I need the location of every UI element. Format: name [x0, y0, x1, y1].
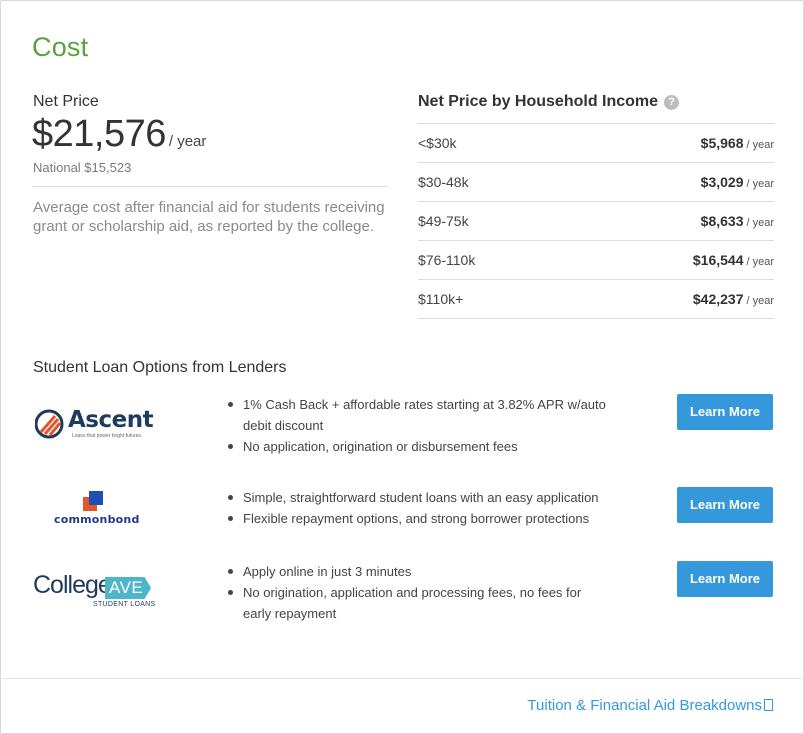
help-icon[interactable]: ? — [664, 95, 680, 110]
list-item: Simple, straightforward student loans wi… — [226, 487, 626, 508]
ave-badge: AVE — [105, 577, 151, 599]
household-income-title: Net Price by Household Income? — [418, 93, 680, 111]
commonbond-mark-icon — [83, 491, 103, 511]
net-price-value: $21,576 — [32, 113, 166, 155]
income-row: $110k+ $42,237/ year — [418, 280, 774, 319]
ascent-tagline: Loans that power bright futures. — [72, 433, 143, 439]
commonbond-logo: commonbond — [53, 491, 143, 529]
income-bracket: $30-48k — [418, 174, 469, 190]
ascent-mark-icon — [35, 409, 64, 439]
income-amount: $8,633 — [700, 213, 744, 229]
section-title: Cost — [32, 32, 89, 62]
income-price: $42,237/ year — [693, 291, 774, 307]
college-ave-logo: College AVE STUDENT LOANS — [33, 571, 163, 615]
ascent-logo: Ascent Loans that power bright futures. — [34, 405, 164, 445]
income-amount: $16,544 — [692, 252, 744, 268]
per-year-label: / year — [746, 217, 774, 229]
learn-more-button[interactable]: Learn More — [677, 394, 773, 430]
learn-more-button[interactable]: Learn More — [677, 561, 773, 597]
ascent-wordmark: Ascent — [68, 407, 154, 433]
net-price-value-row: $21,576/ year — [32, 113, 206, 156]
tuition-breakdown-link-text[interactable]: Tuition & Financial Aid Breakdowns — [527, 697, 762, 714]
college-ave-wordmark: College — [33, 571, 112, 599]
list-item: Flexible repayment options, and strong b… — [226, 508, 626, 529]
household-income-table: <$30k $5,968/ year $30-48k $3,029/ year … — [418, 123, 774, 319]
income-bracket: $76-110k — [418, 252, 476, 268]
commonbond-wordmark: commonbond — [54, 513, 140, 526]
college-ave-features: Apply online in just 3 minutes No origin… — [226, 561, 606, 624]
income-row: $30-48k $3,029/ year — [418, 163, 774, 202]
ascent-features: 1% Cash Back + affordable rates starting… — [226, 394, 611, 457]
income-amount: $3,029 — [700, 174, 744, 190]
list-item: No origination, application and processi… — [226, 582, 606, 624]
income-price: $16,544/ year — [693, 252, 774, 268]
loans-title: Student Loan Options from Lenders — [33, 359, 287, 376]
income-price: $8,633/ year — [701, 213, 774, 229]
income-row: <$30k $5,968/ year — [418, 124, 774, 163]
net-price-description: Average cost after financial aid for stu… — [33, 199, 385, 235]
footer-divider — [2, 678, 804, 679]
income-bracket: $110k+ — [418, 291, 464, 307]
household-income-title-text: Net Price by Household Income — [418, 93, 659, 110]
cost-card: Cost Net Price $21,576/ year National $1… — [0, 0, 804, 734]
college-ave-subtitle: STUDENT LOANS — [93, 601, 156, 608]
income-bracket: $49-75k — [418, 213, 469, 229]
income-price: $3,029/ year — [701, 174, 774, 190]
net-price-label: Net Price — [33, 93, 99, 110]
net-price-unit: / year — [168, 133, 207, 150]
learn-more-button[interactable]: Learn More — [677, 487, 773, 523]
list-item: 1% Cash Back + affordable rates starting… — [226, 394, 611, 436]
income-price: $5,968/ year — [701, 135, 774, 151]
per-year-label: / year — [746, 295, 774, 307]
list-item: Apply online in just 3 minutes — [226, 561, 606, 582]
income-amount: $42,237 — [692, 291, 744, 307]
per-year-label: / year — [746, 178, 774, 190]
tuition-breakdown-link[interactable]: Tuition & Financial Aid Breakdowns — [527, 697, 773, 714]
divider — [32, 186, 388, 187]
income-bracket: <$30k — [418, 135, 457, 151]
per-year-label: / year — [746, 139, 774, 151]
external-link-icon — [764, 699, 773, 711]
commonbond-features: Simple, straightforward student loans wi… — [226, 487, 626, 529]
per-year-label: / year — [746, 256, 774, 268]
income-amount: $5,968 — [700, 135, 744, 151]
ave-text: AVE — [109, 578, 144, 597]
income-row: $76-110k $16,544/ year — [418, 241, 774, 280]
list-item: No application, origination or disbursem… — [226, 436, 611, 457]
income-row: $49-75k $8,633/ year — [418, 202, 774, 241]
national-net-price: National $15,523 — [33, 160, 132, 175]
